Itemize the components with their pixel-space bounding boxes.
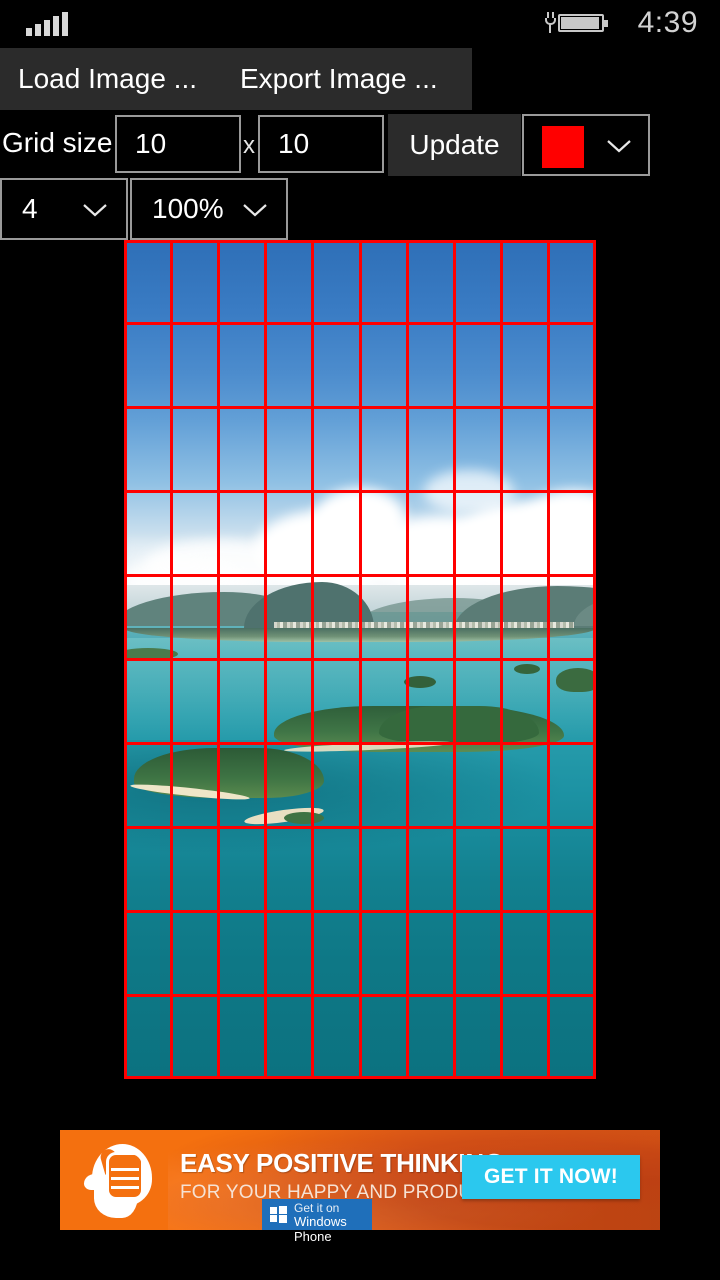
grid-line-horizontal	[124, 741, 596, 745]
windows-phone-store-badge[interactable]: Get it on Windows Phone	[262, 1199, 372, 1244]
grid-color-picker[interactable]	[522, 114, 650, 176]
grid-columns-input[interactable]: 10	[115, 115, 241, 173]
grid-size-separator: x	[243, 132, 255, 159]
grid-rows-input[interactable]: 10	[258, 115, 384, 173]
ad-cta-button[interactable]: GET IT NOW!	[462, 1155, 640, 1199]
grid-line-horizontal	[124, 574, 596, 578]
grid-line-horizontal	[124, 658, 596, 661]
color-swatch	[542, 126, 584, 168]
grid-line-horizontal	[124, 825, 596, 829]
grid-line-horizontal	[124, 322, 596, 326]
grid-line-horizontal	[124, 993, 596, 997]
load-image-button[interactable]: Load Image ...	[18, 48, 197, 110]
signal-bars-icon	[26, 12, 70, 36]
export-image-button[interactable]: Export Image ...	[240, 48, 438, 110]
chevron-down-icon	[606, 138, 632, 154]
ad-title: EASY POSITIVE THINKING	[180, 1148, 504, 1178]
update-button[interactable]: Update	[388, 114, 521, 176]
zoom-level-value: 100%	[152, 193, 224, 224]
badge-line-1: Get it on	[294, 1201, 340, 1215]
grid-line-horizontal	[124, 909, 596, 913]
line-thickness-value: 4	[22, 193, 38, 224]
image-canvas[interactable]	[124, 240, 596, 1079]
head-thumbs-up-icon	[82, 1144, 152, 1218]
grid-size-label: Grid size	[2, 127, 113, 158]
line-thickness-dropdown[interactable]: 4	[0, 178, 128, 240]
grid-line-horizontal	[124, 490, 596, 494]
command-bar: Load Image ... Export Image ...	[0, 48, 472, 110]
chevron-down-icon	[242, 202, 268, 218]
status-clock: 4:39	[637, 6, 698, 39]
badge-line-2: Windows Phone	[294, 1214, 347, 1244]
windows-logo-icon	[270, 1206, 287, 1223]
ad-logo-panel	[60, 1130, 168, 1230]
chevron-down-icon	[82, 202, 108, 218]
grid-overlay	[124, 240, 596, 1079]
battery-charging-icon	[544, 11, 610, 35]
grid-line-horizontal	[124, 406, 596, 410]
zoom-level-dropdown[interactable]: 100%	[130, 178, 288, 240]
app-root: 4:39 Load Image ... Export Image ... Gri…	[0, 0, 720, 1280]
status-bar: 4:39	[0, 0, 720, 46]
